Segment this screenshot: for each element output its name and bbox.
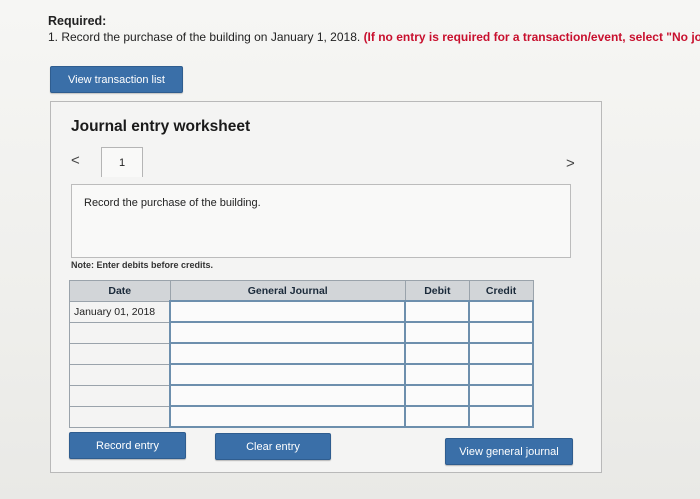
debit-input[interactable] [404, 321, 471, 344]
required-title: Required: [48, 14, 107, 28]
header-date: Date [69, 280, 171, 302]
date-cell[interactable] [69, 321, 171, 344]
table-row: January 01, 2018 [69, 300, 534, 323]
page: Required: 1. Record the purchase of the … [0, 0, 700, 499]
debit-input[interactable] [404, 342, 471, 365]
account-input[interactable] [169, 300, 407, 323]
worksheet-title: Journal entry worksheet [71, 118, 251, 135]
date-cell[interactable] [69, 342, 171, 365]
account-input[interactable] [169, 384, 407, 407]
table-row [69, 321, 534, 344]
clear-entry-button[interactable]: Clear entry [215, 433, 331, 460]
chevron-left-icon[interactable]: < [71, 152, 80, 169]
debit-credit-note: Note: Enter debits before credits. [71, 260, 214, 270]
header-credit: Credit [468, 280, 534, 302]
instruction-hint: (If no entry is required for a transacti… [363, 30, 700, 44]
view-general-journal-button[interactable]: View general journal [445, 438, 573, 465]
date-cell[interactable] [69, 405, 171, 428]
account-input[interactable] [169, 321, 407, 344]
debit-input[interactable] [404, 363, 471, 386]
view-transaction-list-button[interactable]: View transaction list [50, 66, 183, 93]
chevron-right-icon[interactable]: > [566, 155, 575, 172]
table-row [69, 384, 534, 407]
table-row [69, 342, 534, 365]
debit-input[interactable] [404, 300, 471, 323]
entry-description: Record the purchase of the building. [84, 197, 261, 209]
date-cell[interactable] [69, 384, 171, 407]
date-cell[interactable] [69, 363, 171, 386]
credit-input[interactable] [468, 384, 534, 407]
credit-input[interactable] [468, 300, 534, 323]
credit-input[interactable] [468, 405, 534, 428]
credit-input[interactable] [468, 342, 534, 365]
journal-entry-worksheet: Journal entry worksheet < 1 > Record the… [50, 101, 602, 473]
journal-table: Date General Journal Debit Credit Januar… [69, 280, 534, 428]
header-debit: Debit [404, 280, 470, 302]
required-instruction: 1. Record the purchase of the building o… [48, 30, 700, 44]
credit-input[interactable] [468, 321, 534, 344]
table-row [69, 363, 534, 386]
table-header-row: Date General Journal Debit Credit [69, 280, 534, 302]
account-input[interactable] [169, 363, 407, 386]
entry-description-box: Record the purchase of the building. [71, 184, 571, 258]
debit-input[interactable] [404, 405, 471, 428]
debit-input[interactable] [404, 384, 471, 407]
record-entry-button[interactable]: Record entry [69, 432, 186, 459]
instruction-text: 1. Record the purchase of the building o… [48, 30, 361, 44]
account-input[interactable] [169, 405, 407, 428]
tab-entry-1[interactable]: 1 [101, 147, 143, 177]
credit-input[interactable] [468, 363, 534, 386]
date-cell[interactable]: January 01, 2018 [69, 300, 171, 323]
account-input[interactable] [169, 342, 407, 365]
table-row [69, 405, 534, 428]
header-general-journal: General Journal [169, 280, 406, 302]
